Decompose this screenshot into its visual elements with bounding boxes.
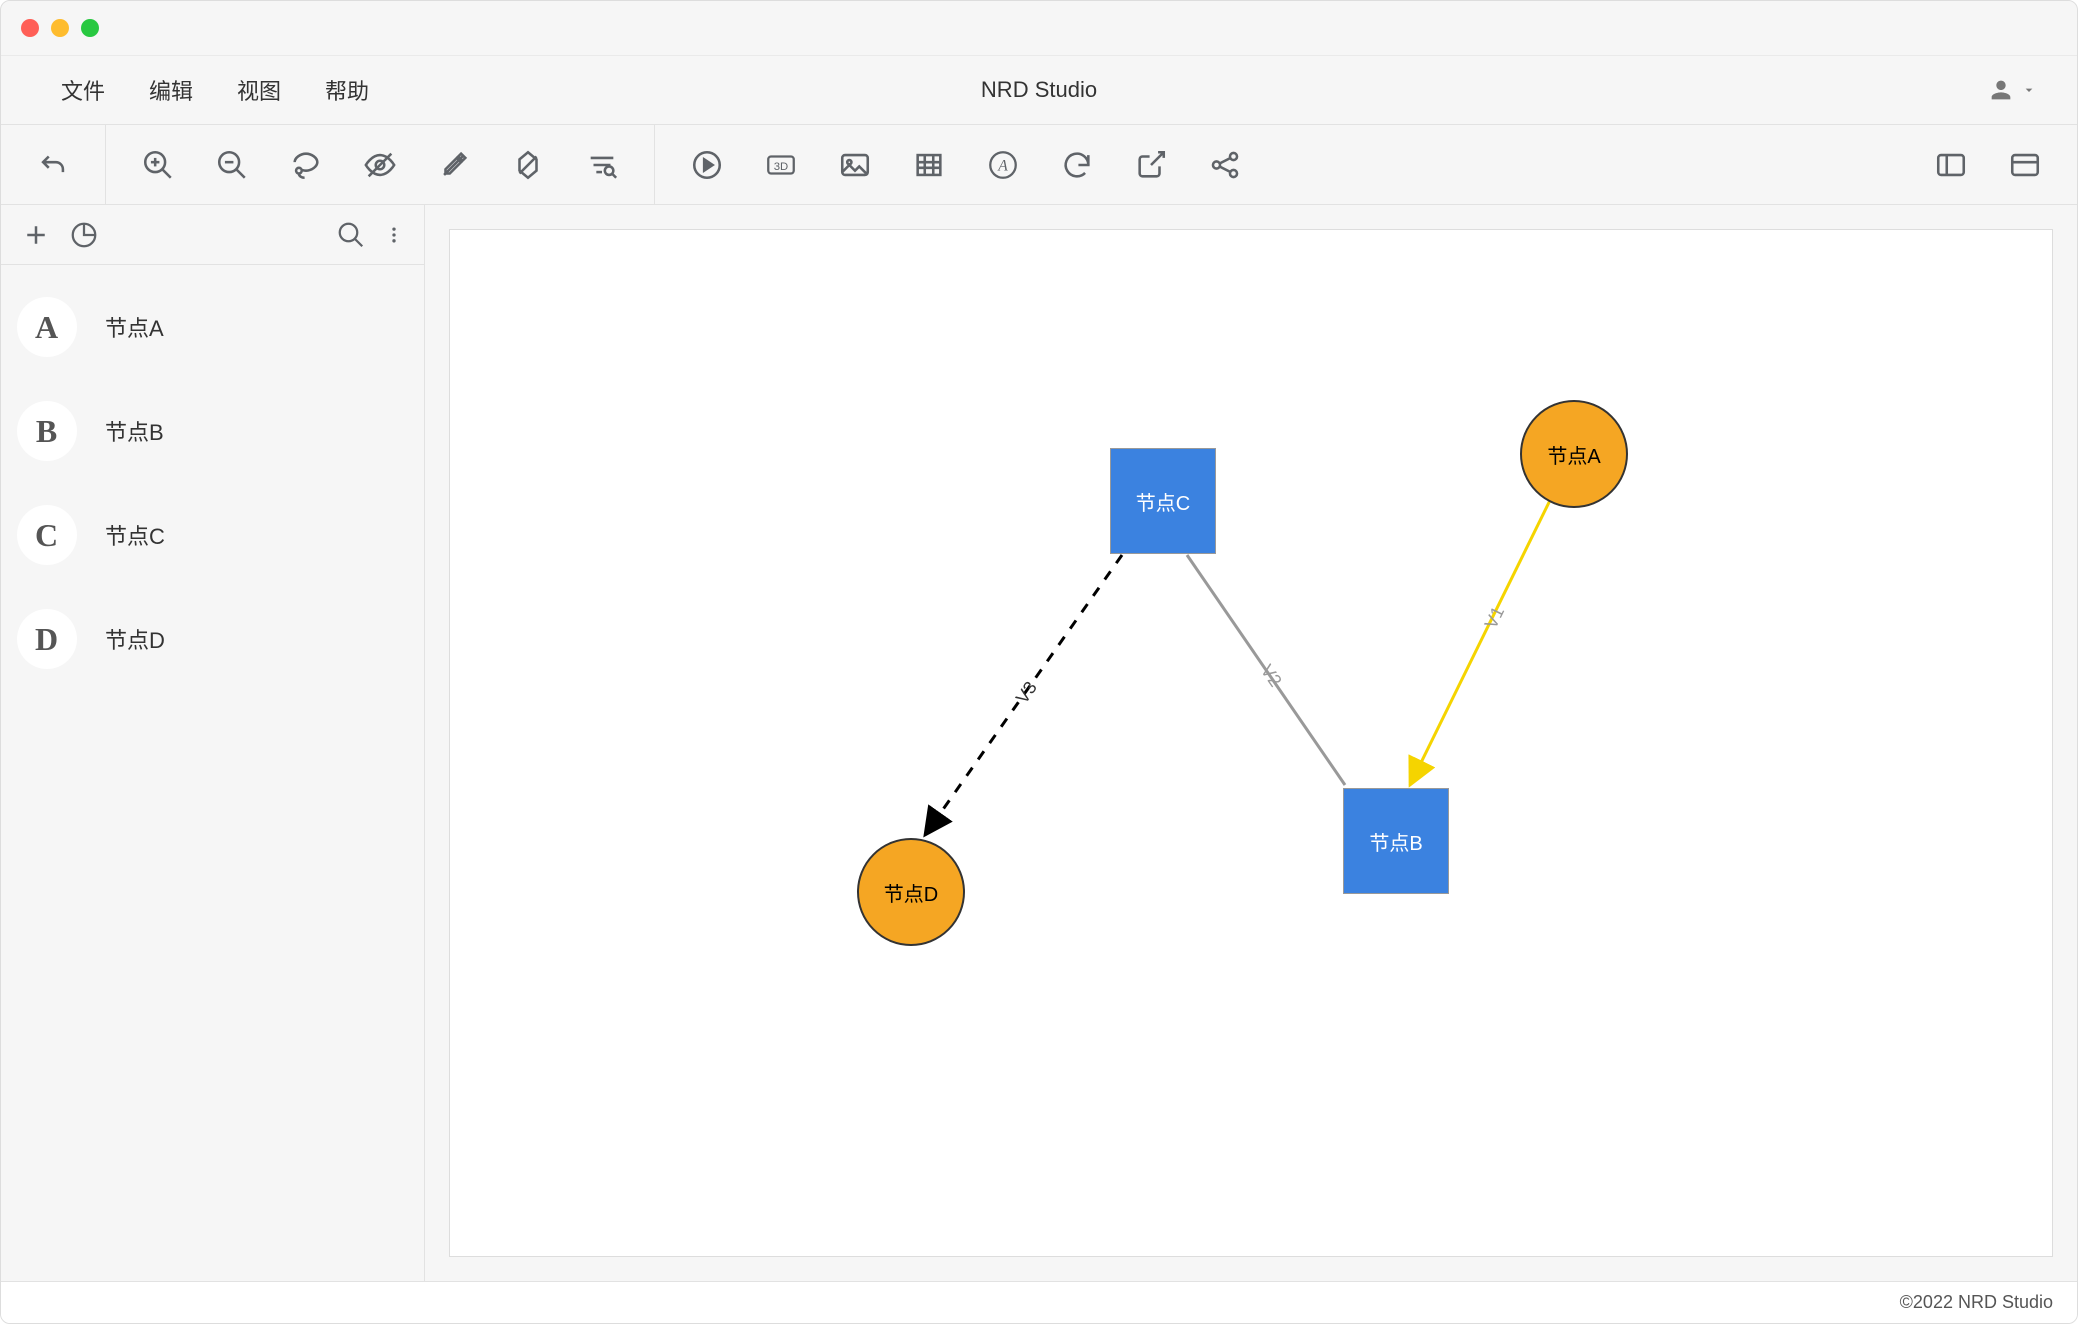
image-icon (838, 148, 872, 182)
brush-button[interactable] (432, 143, 476, 187)
table-icon (912, 148, 946, 182)
image-button[interactable] (833, 143, 877, 187)
graph-node-label: 节点A (1547, 440, 1600, 469)
3d-icon: 3D (764, 148, 798, 182)
open-external-button[interactable] (1129, 143, 1173, 187)
share-button[interactable] (1203, 143, 1247, 187)
list-item[interactable]: B 节点B (1, 379, 423, 483)
undo-icon (36, 148, 70, 182)
play-button[interactable] (685, 143, 729, 187)
menu-view[interactable]: 视图 (237, 74, 281, 106)
table-button[interactable] (907, 143, 951, 187)
plus-icon (21, 218, 51, 252)
lasso-button[interactable] (284, 143, 328, 187)
search-icon (336, 218, 366, 252)
sidebar-toolbar (1, 205, 424, 265)
chart-button[interactable] (69, 220, 99, 250)
minimize-window-button[interactable] (51, 19, 69, 37)
canvas-pane: V1 V2 V3 节点A 节点B 节点C 节点D (425, 205, 2077, 1281)
list-item[interactable]: A 节点A (1, 275, 423, 379)
graph-node-label: 节点C (1136, 487, 1190, 516)
user-icon (1987, 76, 2015, 104)
add-node-button[interactable] (21, 220, 51, 250)
clear-style-button[interactable] (506, 143, 550, 187)
node-label: 节点C (105, 519, 165, 551)
node-type-icon: C (17, 505, 77, 565)
graph-node-c[interactable]: 节点C (1110, 448, 1216, 554)
status-bar: ©2022 NRD Studio (1, 1281, 2077, 1323)
menu-bar: 文件 编辑 视图 帮助 NRD Studio (1, 55, 2077, 125)
zoom-out-icon (215, 148, 249, 182)
menu-file[interactable]: 文件 (61, 74, 105, 106)
copyright-text: ©2022 NRD Studio (1900, 1292, 2053, 1313)
node-type-icon: A (17, 297, 77, 357)
node-label: 节点D (105, 623, 165, 655)
refresh-button[interactable] (1055, 143, 1099, 187)
graph-node-b[interactable]: 节点B (1343, 788, 1449, 894)
graph-node-a[interactable]: 节点A (1520, 400, 1628, 508)
workspace: A 节点A B 节点B C 节点C D 节点D (1, 205, 2077, 1281)
sidebar-search-button[interactable] (336, 220, 366, 250)
svg-text:A: A (997, 157, 1008, 174)
more-vertical-icon (384, 218, 404, 252)
node-list: A 节点A B 节点B C 节点C D 节点D (1, 265, 424, 1281)
play-icon (690, 148, 724, 182)
filter-button[interactable] (580, 143, 624, 187)
toolbar: 3D A (1, 125, 2077, 205)
graph-node-d[interactable]: 节点D (857, 838, 965, 946)
maximize-window-button[interactable] (81, 19, 99, 37)
canvas[interactable]: V1 V2 V3 节点A 节点B 节点C 节点D (449, 229, 2053, 1257)
toggle-right-panel-button[interactable] (2003, 143, 2047, 187)
lasso-icon (289, 148, 323, 182)
menu-help[interactable]: 帮助 (325, 74, 369, 106)
panel-right-icon (2008, 148, 2042, 182)
account-menu[interactable] (1987, 76, 2037, 104)
app-title: NRD Studio (981, 77, 1097, 103)
pie-chart-icon (69, 218, 99, 252)
sidebar-more-button[interactable] (384, 220, 404, 250)
panel-left-icon (1934, 148, 1968, 182)
edge-v3 (925, 555, 1122, 835)
node-label: 节点B (105, 415, 164, 447)
view-3d-button[interactable]: 3D (759, 143, 803, 187)
filter-search-icon (585, 148, 619, 182)
node-label: 节点A (105, 311, 164, 343)
traffic-lights (21, 19, 99, 37)
zoom-in-button[interactable] (136, 143, 180, 187)
undo-button[interactable] (31, 143, 75, 187)
graph-node-label: 节点D (884, 878, 938, 907)
list-item[interactable]: D 节点D (1, 587, 423, 691)
external-link-icon (1134, 148, 1168, 182)
graph-edges: V1 V2 V3 (450, 230, 2052, 1256)
zoom-out-button[interactable] (210, 143, 254, 187)
text-a-icon: A (986, 148, 1020, 182)
edge-label-v3: V3 (1012, 678, 1041, 708)
brush-icon (437, 148, 471, 182)
share-icon (1208, 148, 1242, 182)
app-window: 文件 编辑 视图 帮助 NRD Studio (0, 0, 2078, 1324)
node-type-icon: B (17, 401, 77, 461)
eye-off-icon (363, 148, 397, 182)
graph-node-label: 节点B (1369, 827, 1422, 856)
menu-edit[interactable]: 编辑 (149, 74, 193, 106)
visibility-button[interactable] (358, 143, 402, 187)
text-style-button[interactable]: A (981, 143, 1025, 187)
titlebar (1, 1, 2077, 55)
chevron-down-icon (2021, 82, 2037, 98)
clear-style-icon (511, 148, 545, 182)
close-window-button[interactable] (21, 19, 39, 37)
edge-label-v1: V1 (1481, 603, 1509, 632)
list-item[interactable]: C 节点C (1, 483, 423, 587)
svg-text:3D: 3D (774, 160, 788, 172)
toggle-left-panel-button[interactable] (1929, 143, 1973, 187)
sidebar: A 节点A B 节点B C 节点C D 节点D (1, 205, 425, 1281)
zoom-in-icon (141, 148, 175, 182)
edge-v2 (1187, 555, 1345, 785)
node-type-icon: D (17, 609, 77, 669)
edge-v1 (1410, 480, 1560, 785)
refresh-icon (1060, 148, 1094, 182)
edge-label-v2: V2 (1257, 661, 1286, 691)
